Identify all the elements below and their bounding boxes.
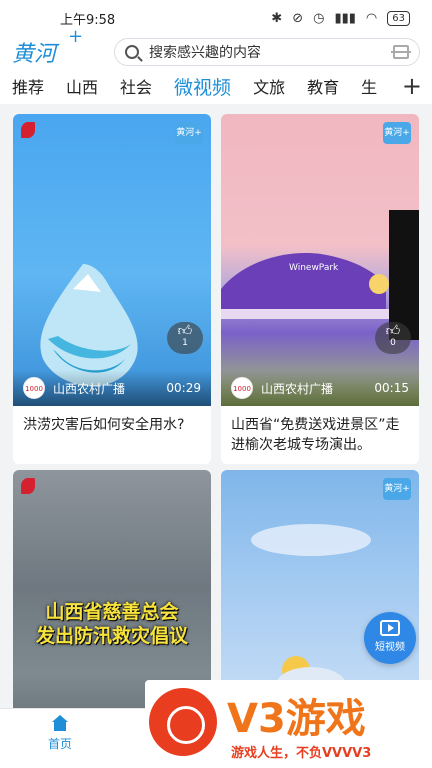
tab-education[interactable]: 教育 — [307, 74, 339, 98]
short-video-label: 短视频 — [375, 642, 405, 653]
tab-shanxi[interactable]: 山西 — [66, 74, 98, 98]
huanghe-badge-icon: 黄河+ — [383, 122, 411, 144]
watermark-brand: V3游戏 — [227, 696, 366, 742]
search-placeholder: 搜索感兴趣的内容 — [149, 45, 261, 61]
channel-logo-badge — [21, 478, 38, 494]
tab-life[interactable]: 生 — [361, 74, 377, 98]
video-card[interactable]: 黄河+ 👍︎ 1 1000 山西农村广播 00:29 洪涝灾害后如何安全用水? — [13, 114, 211, 464]
battery-icon: 63 — [387, 10, 410, 26]
source-avatar: 1000 — [231, 377, 253, 399]
thumbs-up-icon: 👍︎ — [177, 323, 193, 339]
video-thumbnail[interactable]: 黄河+ 👍︎ 1 1000 山西农村广播 00:29 — [13, 114, 211, 406]
wifi-icon: ◠ — [365, 10, 378, 26]
video-meta: 1000 山西农村广播 00:15 — [221, 370, 419, 406]
video-title[interactable]: 山西省“免费送戏进景区”走进榆次老城专场演出。 — [221, 406, 419, 464]
bluetooth-icon: ✱ — [271, 10, 283, 26]
source-name: 山西农村广播 — [261, 381, 334, 396]
alarm-icon: ◷ — [313, 10, 325, 26]
search-icon — [125, 45, 139, 59]
video-title[interactable]: 洪涝灾害后如何安全用水? — [13, 406, 211, 464]
video-overlay-caption: 山西省慈善总会 发出防汛救灾倡议 — [35, 601, 188, 647]
huanghe-badge-icon: 黄河+ — [383, 478, 411, 500]
thumbs-up-icon: 👍︎ — [385, 323, 401, 339]
short-video-button[interactable]: 短视频 — [364, 612, 416, 664]
watermark-logo-icon — [149, 688, 217, 756]
water-drop-illustration — [40, 264, 138, 387]
status-icons: ✱ ⊘ ◷ ▮▮▮ ◠ 63 — [271, 10, 410, 26]
short-video-icon — [380, 620, 400, 636]
nav-home[interactable]: 首页 — [40, 715, 80, 752]
status-bar: 上午9:58 ✱ ⊘ ◷ ▮▮▮ ◠ 63 — [0, 0, 432, 36]
park-sign-illustration: WinewPark — [221, 210, 419, 340]
channel-tabs: 推荐 山西 社会 微视频 文旅 教育 生 + — [0, 68, 432, 104]
tab-society[interactable]: 社会 — [120, 74, 152, 98]
add-channel-icon[interactable]: + — [397, 72, 422, 100]
mute-icon: ⊘ — [292, 10, 304, 26]
nav-home-label: 首页 — [47, 737, 72, 751]
svg-text:WinewPark: WinewPark — [289, 263, 339, 273]
like-count: 1 — [182, 338, 188, 348]
video-card[interactable]: WinewPark 黄河+ 👍︎ 0 1000 山西农村广播 00:15 山西省… — [221, 114, 419, 464]
search-bar[interactable]: 搜索感兴趣的内容 — [114, 38, 420, 66]
like-count: 0 — [390, 338, 396, 348]
signal-icon: ▮▮▮ — [334, 10, 356, 26]
top-bar: 黄河 + 搜索感兴趣的内容 — [0, 26, 432, 68]
video-duration: 00:15 — [374, 381, 409, 395]
app-logo[interactable]: 黄河 + — [12, 26, 96, 68]
like-button[interactable]: 👍︎ 0 — [375, 322, 411, 354]
channel-logo-badge — [21, 122, 38, 138]
tab-recommend[interactable]: 推荐 — [12, 74, 44, 98]
watermark-overlay: V3游戏 游戏人生，不负VVVV3 — [145, 680, 432, 768]
tab-culture-travel[interactable]: 文旅 — [253, 74, 285, 98]
watermark-slogan: 游戏人生，不负VVVV3 — [231, 746, 372, 761]
source-name: 山西农村广播 — [53, 381, 126, 396]
tab-micro-video[interactable]: 微视频 — [174, 73, 231, 100]
video-duration: 00:29 — [166, 381, 201, 395]
huanghe-badge-icon: 黄河+ — [175, 122, 203, 144]
video-meta: 1000 山西农村广播 00:29 — [13, 370, 211, 406]
home-icon — [51, 715, 69, 731]
video-thumbnail[interactable]: WinewPark 黄河+ 👍︎ 0 1000 山西农村广播 00:15 — [221, 114, 419, 406]
status-time: 上午9:58 — [60, 12, 116, 28]
like-button[interactable]: 👍︎ 1 — [167, 322, 203, 354]
scan-icon[interactable] — [391, 45, 411, 59]
source-avatar: 1000 — [23, 377, 45, 399]
